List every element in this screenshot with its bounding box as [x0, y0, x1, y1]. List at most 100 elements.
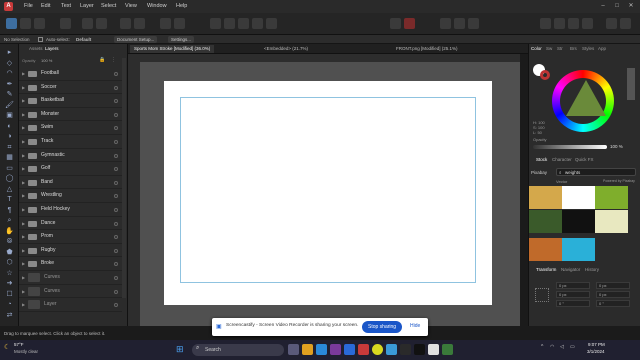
- expand-arrow-icon[interactable]: ▶: [22, 289, 25, 294]
- visibility-icon[interactable]: [114, 153, 118, 158]
- layer-row[interactable]: ▶ Wrestling: [19, 189, 122, 203]
- layer-row[interactable]: ▶ Layer: [19, 298, 122, 312]
- expand-arrow-icon[interactable]: ▶: [22, 221, 25, 226]
- opacity-slider[interactable]: [533, 145, 607, 149]
- tab-styles[interactable]: Styles: [582, 46, 594, 52]
- stroke-swatch[interactable]: [540, 70, 550, 80]
- visibility-icon[interactable]: [114, 194, 118, 199]
- layer-row[interactable]: ▶ Broke: [19, 257, 122, 271]
- minimize-button[interactable]: –: [596, 0, 610, 13]
- app2-icon[interactable]: [442, 344, 453, 355]
- toolbar-studio-icon[interactable]: [554, 18, 565, 29]
- visibility-icon[interactable]: [114, 276, 118, 280]
- expand-arrow-icon[interactable]: ▶: [22, 112, 25, 117]
- toolbar-hand-icon[interactable]: [606, 18, 617, 29]
- auto-select-checkbox[interactable]: [38, 37, 43, 42]
- tab-brushes[interactable]: Brs: [570, 46, 577, 52]
- toolbar-rotate-icon[interactable]: [266, 18, 277, 29]
- layer-row[interactable]: ▶ Rugby: [19, 244, 122, 258]
- vector-toggle[interactable]: Vector: [556, 179, 567, 184]
- hide-link[interactable]: Hide: [410, 323, 420, 329]
- expand-arrow-icon[interactable]: ▶: [22, 98, 25, 103]
- battery-icon[interactable]: ▭: [570, 344, 575, 350]
- tab-layers[interactable]: Layers: [45, 46, 59, 52]
- stock-image-6[interactable]: [595, 210, 628, 233]
- visibility-icon[interactable]: [114, 167, 118, 172]
- visibility-icon[interactable]: [114, 303, 118, 308]
- shape-tool-icon[interactable]: ⬟: [5, 248, 14, 257]
- doc-tab-embedded[interactable]: <Embedded> (21.7%): [260, 45, 312, 53]
- tab-color[interactable]: Color: [531, 46, 542, 52]
- visibility-icon[interactable]: [114, 72, 118, 76]
- photos-icon[interactable]: [428, 344, 439, 355]
- transform-y-field[interactable]: 0 px: [556, 291, 590, 298]
- expand-arrow-icon[interactable]: ▶: [22, 153, 25, 158]
- swap-colors-icon[interactable]: ⇄: [5, 311, 14, 320]
- stock-image-2[interactable]: [562, 186, 595, 209]
- stock-image-7[interactable]: [529, 238, 562, 261]
- tab-stroke[interactable]: Str: [557, 46, 563, 52]
- layer-row[interactable]: ▶ Soccer: [19, 81, 122, 95]
- transform-w-field[interactable]: 0 px: [596, 282, 630, 289]
- layer-row[interactable]: ▶ Golf: [19, 162, 122, 176]
- affinity-publisher-icon[interactable]: [330, 344, 341, 355]
- visibility-icon[interactable]: [114, 180, 118, 185]
- expand-arrow-icon[interactable]: ▶: [22, 193, 25, 198]
- color-triangle[interactable]: [566, 80, 606, 116]
- layer-row[interactable]: ▶ Prom: [19, 230, 122, 244]
- doc-tab-front[interactable]: FRONT.png [Modified] (25.1%): [392, 45, 462, 53]
- expand-arrow-icon[interactable]: ▶: [22, 85, 25, 90]
- stock-image-8[interactable]: [562, 238, 595, 261]
- menu-file[interactable]: File: [24, 0, 33, 13]
- layer-row[interactable]: ▶ Curves: [19, 271, 122, 285]
- expand-arrow-icon[interactable]: ▶: [22, 180, 25, 185]
- toolbar-bezier-icon[interactable]: [174, 18, 185, 29]
- menu-select[interactable]: Select: [101, 0, 116, 13]
- edge-icon[interactable]: [386, 344, 397, 355]
- toolbar-layout-icon[interactable]: [568, 18, 579, 29]
- toolbar-order-icon[interactable]: [210, 18, 221, 29]
- tab-transform[interactable]: Transform: [536, 267, 556, 273]
- stock-image-3[interactable]: [595, 186, 628, 209]
- visibility-icon[interactable]: [114, 126, 118, 131]
- toolbar-group-icon[interactable]: [468, 18, 479, 29]
- place-image-tool-icon[interactable]: ▦: [5, 153, 14, 162]
- task-view-icon[interactable]: [288, 344, 299, 355]
- app-icon[interactable]: [358, 344, 369, 355]
- maximize-button[interactable]: □: [610, 0, 624, 13]
- stock-image-4[interactable]: [529, 210, 562, 233]
- toolbar-boolean-icon[interactable]: [160, 18, 171, 29]
- brush-tool-icon[interactable]: 🖌: [5, 101, 14, 110]
- sample-tool-icon[interactable]: ◔: [5, 300, 14, 309]
- color-picker-tool-icon[interactable]: ⦾: [5, 237, 14, 246]
- toolbar-distribute-icon[interactable]: [238, 18, 249, 29]
- color-mode-buttons[interactable]: [627, 68, 635, 100]
- layer-row[interactable]: ▶ Swim: [19, 121, 122, 135]
- transform-x-field[interactable]: 0 px: [556, 282, 590, 289]
- stock-search-input[interactable]: ⌕ weights: [556, 168, 636, 176]
- toolbar-guides-icon[interactable]: [96, 18, 107, 29]
- toolbar-view-icon[interactable]: [582, 18, 593, 29]
- expand-arrow-icon[interactable]: ▶: [22, 261, 25, 266]
- stock-image-1[interactable]: [529, 186, 562, 209]
- transform-h-field[interactable]: 0 px: [596, 291, 630, 298]
- layer-row[interactable]: ▶ Gymnastic: [19, 149, 122, 163]
- visibility-icon[interactable]: [114, 248, 118, 253]
- layer-row[interactable]: ▶ Dance: [19, 217, 122, 231]
- expand-arrow-icon[interactable]: ▶: [22, 71, 25, 76]
- expand-arrow-icon[interactable]: ▶: [22, 125, 25, 130]
- expand-arrow-icon[interactable]: ▶: [22, 248, 25, 253]
- visibility-icon[interactable]: [114, 289, 118, 294]
- crop-tool-icon[interactable]: ⌗: [5, 143, 14, 152]
- zoom-tool-icon[interactable]: ⌕: [5, 216, 14, 225]
- document-setup-button[interactable]: Document Setup...: [114, 36, 158, 43]
- toolbar-contrast-icon[interactable]: [134, 18, 145, 29]
- corner-tool-icon[interactable]: ◠: [5, 69, 14, 78]
- anchor-selector[interactable]: [535, 288, 549, 302]
- persona-designer-icon[interactable]: [6, 18, 17, 29]
- toolbar-sync-icon[interactable]: [120, 18, 131, 29]
- layer-row[interactable]: ▶ Basketball: [19, 94, 122, 108]
- layer-row[interactable]: ▶ Track: [19, 135, 122, 149]
- expand-arrow-icon[interactable]: ▶: [22, 302, 25, 307]
- opacity-value[interactable]: 100 %: [41, 58, 52, 63]
